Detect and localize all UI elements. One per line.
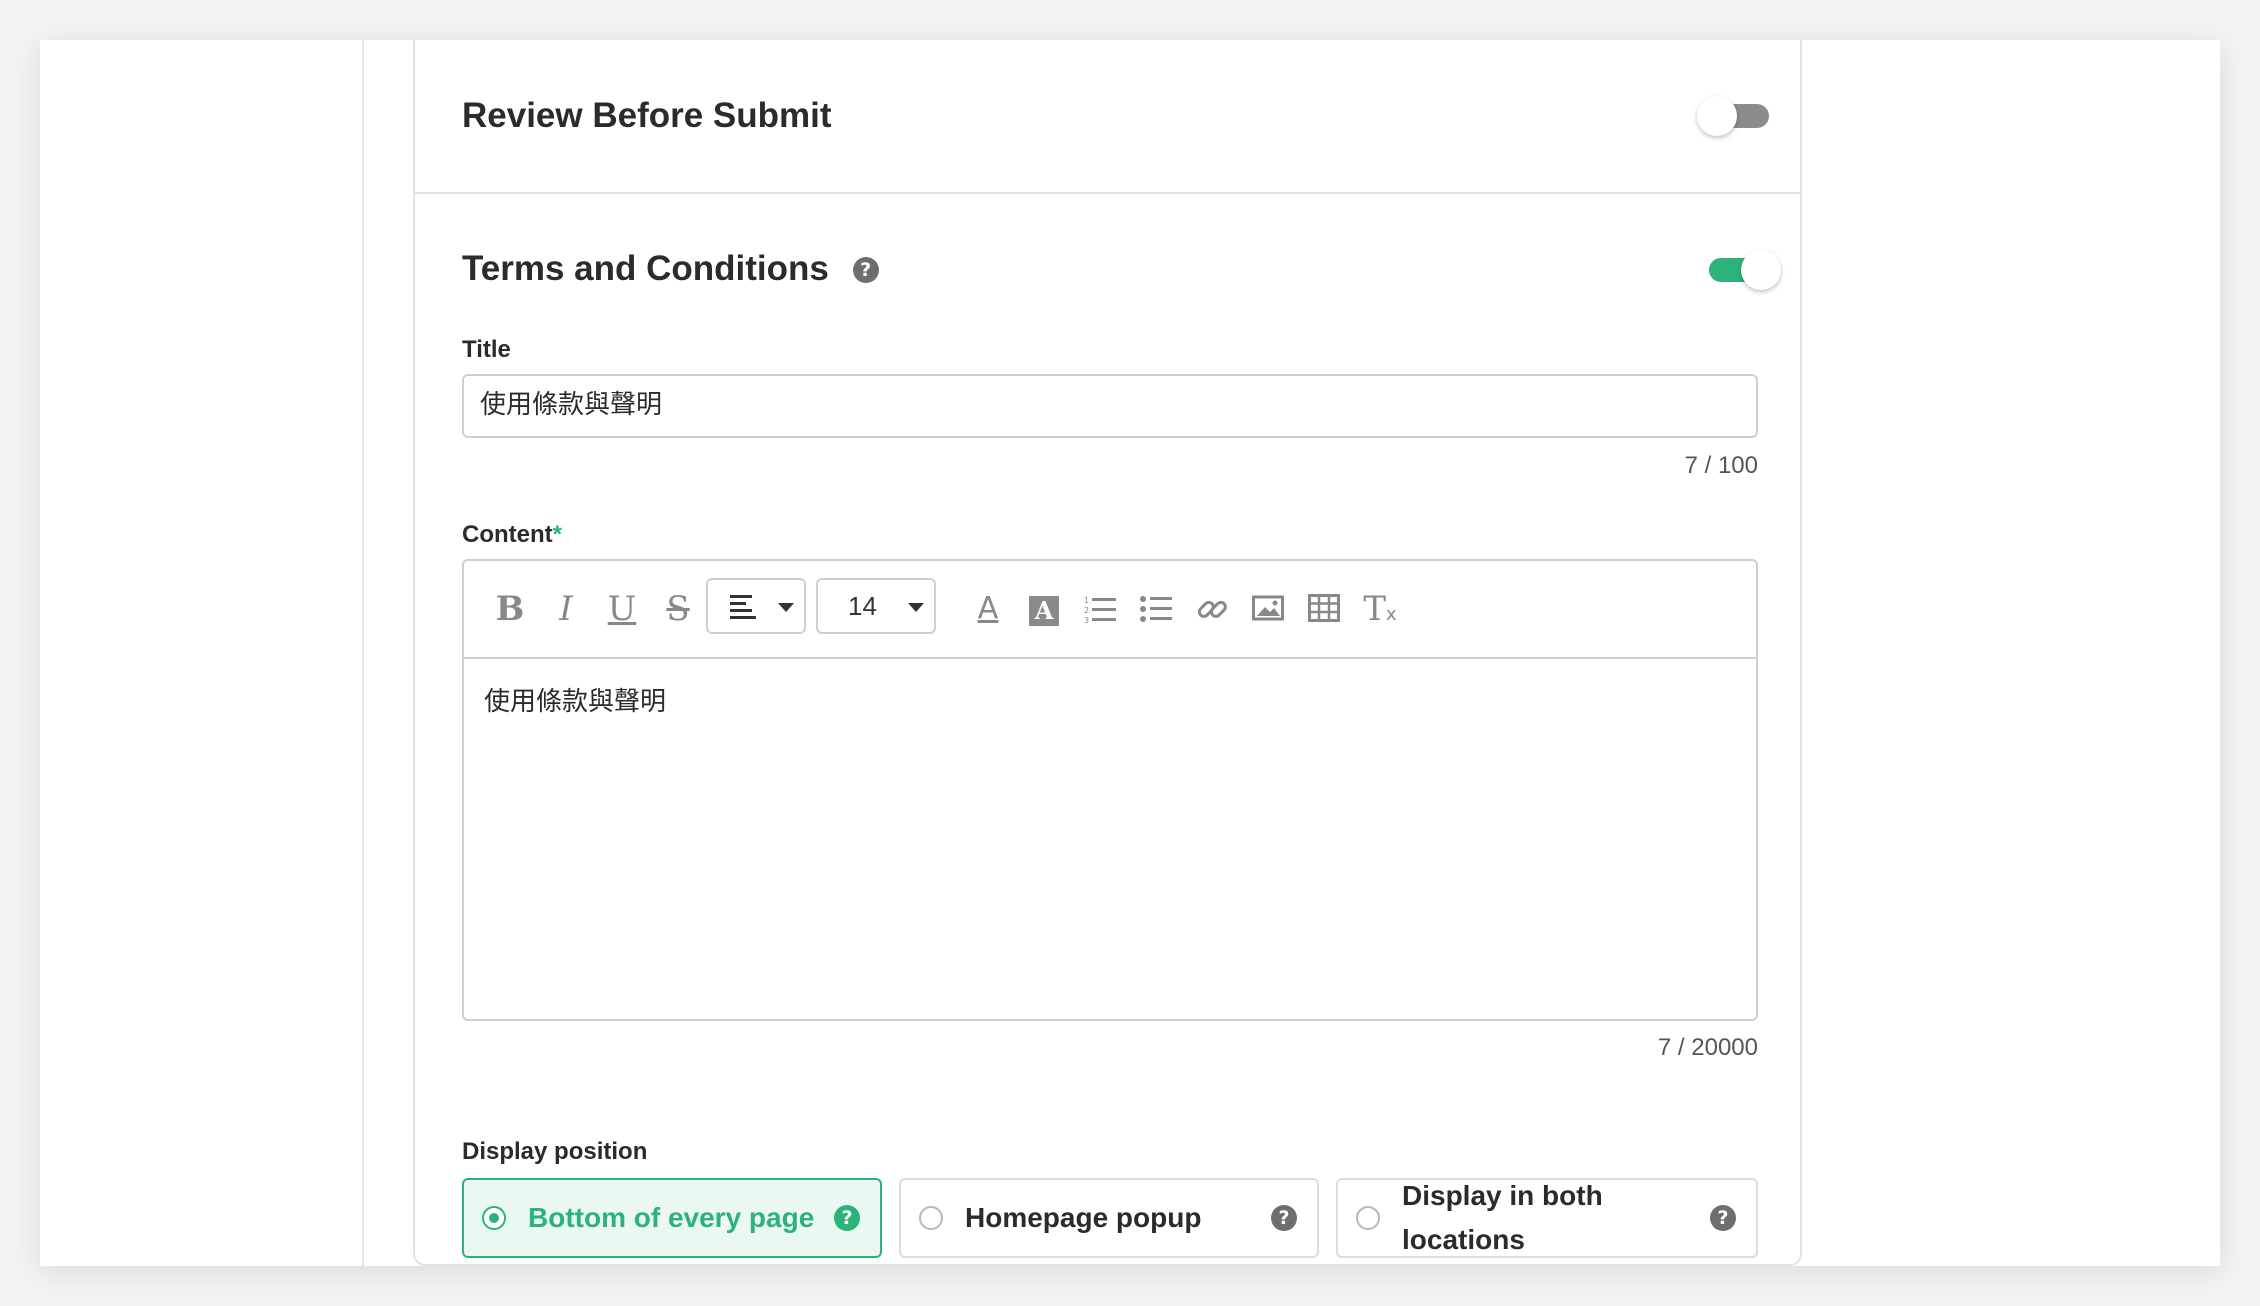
terms-title: Terms and Conditions ? <box>462 249 879 289</box>
table-glyph <box>1308 594 1340 622</box>
svg-text:2: 2 <box>1084 606 1089 615</box>
review-title: Review Before Submit <box>462 96 832 135</box>
toggle-knob <box>1741 250 1781 290</box>
clear-format-icon[interactable]: Tx <box>1356 585 1404 633</box>
link-glyph <box>1197 600 1227 618</box>
question-circle-icon[interactable]: ? <box>834 1205 860 1231</box>
ordered-list-icon[interactable]: 1 2 3 <box>1076 585 1124 633</box>
title-label: Title <box>462 336 511 363</box>
radio-option-bottom[interactable]: Bottom of every page ? <box>462 1178 882 1258</box>
radio-label-homepage: Homepage popup <box>965 1202 1202 1233</box>
chevron-down-icon <box>778 603 794 612</box>
review-toggle[interactable] <box>1697 96 1775 136</box>
editor-content[interactable]: 使用條款與聲明 <box>484 681 666 718</box>
question-circle-icon[interactable]: ? <box>1710 1205 1736 1231</box>
align-left-icon <box>730 595 756 619</box>
required-mark: * <box>552 521 562 548</box>
sidebar-divider <box>362 40 364 1266</box>
svg-text:1: 1 <box>1084 596 1089 605</box>
clear-format-glyph: T <box>1363 589 1387 629</box>
radio-button <box>1356 1206 1380 1230</box>
font-size-value: 14 <box>848 591 877 621</box>
radio-button-selected <box>482 1206 506 1230</box>
bullet-list-icon[interactable] <box>1132 585 1180 633</box>
question-circle-icon[interactable]: ? <box>1271 1205 1297 1231</box>
content-counter: 7 / 20000 <box>1657 1034 1758 1061</box>
radio-label-both: Display in both locations <box>1402 1180 1603 1255</box>
review-section: Review Before Submit <box>415 40 1800 194</box>
font-size-select[interactable]: 14 <box>816 578 936 634</box>
radio-button <box>919 1206 943 1230</box>
image-glyph <box>1252 595 1284 621</box>
ordered-list-glyph: 1 2 3 <box>1084 596 1116 624</box>
svg-text:3: 3 <box>1084 616 1089 624</box>
title-counter: 7 / 100 <box>1684 452 1758 479</box>
content-label: Content* <box>462 521 562 549</box>
bg-color-glyph: A <box>1029 596 1059 626</box>
font-color-icon[interactable]: A <box>964 585 1012 633</box>
rich-text-editor: B I U S 14 A A 1 2 3 Tx 使用條款與聲明 <box>462 559 1758 1021</box>
radio-label-bottom: Bottom of every page <box>528 1202 815 1233</box>
editor-toolbar: B I U S 14 A A 1 2 3 Tx <box>464 561 1756 659</box>
clear-x-glyph: x <box>1386 604 1397 625</box>
settings-card: Review Before Submit Terms and Condition… <box>413 40 1802 1266</box>
bullet-list-glyph <box>1140 596 1172 622</box>
align-select[interactable] <box>706 578 806 634</box>
question-circle-icon[interactable]: ? <box>852 257 879 283</box>
link-icon[interactable] <box>1188 585 1236 633</box>
title-input[interactable]: 使用條款與聲明 <box>462 374 1758 438</box>
bold-icon[interactable]: B <box>486 585 534 633</box>
terms-toggle[interactable] <box>1703 250 1781 290</box>
terms-title-text: Terms and Conditions <box>462 249 829 288</box>
content-label-text: Content <box>462 521 553 548</box>
chevron-down-icon <box>908 603 924 612</box>
toggle-knob <box>1697 96 1737 136</box>
underline-icon[interactable]: U <box>598 585 646 633</box>
radio-option-homepage-popup[interactable]: Homepage popup ? <box>899 1178 1319 1258</box>
image-icon[interactable] <box>1244 585 1292 633</box>
strikethrough-icon[interactable]: S <box>654 585 702 633</box>
display-position-label: Display position <box>462 1138 648 1165</box>
italic-icon[interactable]: I <box>542 585 590 633</box>
radio-option-both[interactable]: Display in both locations ? <box>1336 1178 1758 1258</box>
table-icon[interactable] <box>1300 585 1348 633</box>
background-color-icon[interactable]: A <box>1020 585 1068 633</box>
settings-window: Review Before Submit Terms and Condition… <box>40 40 2220 1266</box>
